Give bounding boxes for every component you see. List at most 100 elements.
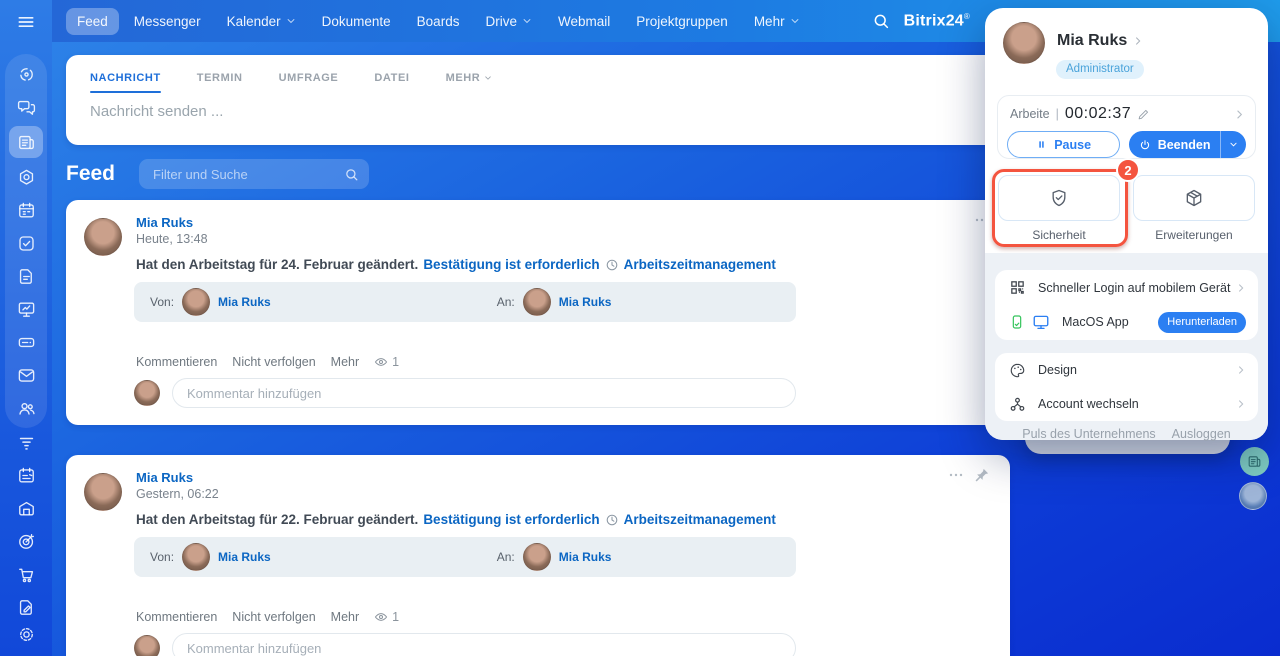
sidebar-item-drive[interactable]	[9, 328, 43, 356]
end-label: Beenden	[1158, 138, 1211, 152]
von-user-link[interactable]: Mia Ruks	[218, 550, 271, 564]
sidebar-item-boards[interactable]	[9, 295, 43, 323]
pause-icon	[1036, 139, 1047, 150]
avatar[interactable]	[182, 288, 210, 316]
profile-name-link[interactable]: Mia Ruks	[1057, 32, 1143, 50]
macos-app-row[interactable]: MacOS App Herunterladen	[995, 305, 1258, 339]
message-input[interactable]	[90, 103, 970, 120]
composer-tabs: NACHRICHT TERMIN UMFRAGE DATEI MEHR	[66, 55, 1010, 93]
quick-login-row[interactable]: Schneller Login auf mobilem Gerät	[995, 270, 1258, 305]
avatar[interactable]	[523, 288, 551, 316]
company-pulse-link[interactable]: Puls des Unternehmens	[1022, 427, 1155, 441]
nav-item-projektgruppen[interactable]: Projektgruppen	[625, 8, 739, 35]
sidebar-item-messenger[interactable]	[9, 93, 43, 121]
bitrix24-logo[interactable]: Bitrix24®	[904, 12, 970, 30]
nav-item-kalender[interactable]: Kalender	[216, 8, 307, 35]
search-icon[interactable]	[872, 12, 890, 30]
worktime-status-row[interactable]: Arbeite | 00:02:37	[998, 96, 1255, 123]
comment-input[interactable]	[172, 378, 796, 408]
feed-post: Mia Ruks Gestern, 06:22 Hat den Arbeitst…	[66, 455, 1010, 656]
chevron-right-icon[interactable]	[1234, 109, 1245, 120]
popup-lower-section: Schneller Login auf mobilem Gerät MacOS …	[985, 253, 1268, 440]
nav-item-dokumente[interactable]: Dokumente	[311, 8, 402, 35]
end-dropdown-toggle[interactable]	[1220, 131, 1246, 158]
security-tile-label: Sicherheit	[998, 228, 1120, 242]
sidebar-item-webmail[interactable]	[9, 361, 43, 389]
nav-label: Dokumente	[322, 14, 391, 29]
comment-input[interactable]	[172, 633, 796, 656]
comment-row	[134, 378, 796, 408]
nav-item-webmail[interactable]: Webmail	[547, 8, 621, 35]
more-action[interactable]: Mehr	[331, 355, 359, 369]
nav-label: Boards	[417, 14, 460, 29]
sidebar-item-copilot[interactable]	[9, 60, 43, 88]
sidebar-item-planner[interactable]	[9, 461, 43, 489]
nav-item-messenger[interactable]: Messenger	[123, 8, 212, 35]
support-avatar-button[interactable]	[1239, 482, 1267, 510]
avatar[interactable]	[182, 543, 210, 571]
post-composer: NACHRICHT TERMIN UMFRAGE DATEI MEHR	[66, 55, 1010, 145]
hamburger-icon[interactable]	[14, 12, 38, 32]
feed-filter[interactable]	[139, 159, 369, 189]
post-author-link[interactable]: Mia Ruks	[136, 215, 193, 230]
sidebar-item-sales[interactable]	[9, 428, 43, 456]
nav-item-mehr[interactable]: Mehr	[743, 8, 811, 35]
tab-datei[interactable]: DATEI	[374, 72, 409, 93]
eye-icon	[374, 355, 388, 369]
extensions-tile[interactable]	[1133, 175, 1255, 221]
sidebar-item-settings[interactable]	[9, 620, 43, 648]
security-tile[interactable]	[998, 175, 1120, 221]
worktime-management-link[interactable]: Arbeitszeitmanagement	[624, 512, 776, 527]
unfollow-action[interactable]: Nicht verfolgen	[232, 610, 315, 624]
an-user-link[interactable]: Mia Ruks	[559, 550, 612, 564]
von-an-strip: Von: Mia Ruks An: Mia Ruks	[134, 282, 796, 322]
sidebar-item-feed[interactable]	[9, 126, 43, 158]
switch-account-row[interactable]: Account wechseln	[995, 387, 1258, 421]
tab-umfrage[interactable]: UMFRAGE	[279, 72, 339, 93]
profile-avatar[interactable]	[1003, 22, 1045, 64]
pause-button[interactable]: Pause	[1007, 131, 1120, 158]
nav-item-feed[interactable]: Feed	[66, 8, 119, 35]
an-user-link[interactable]: Mia Ruks	[559, 295, 612, 309]
filter-search-input[interactable]	[153, 167, 344, 182]
sales-funnel-icon	[17, 433, 36, 452]
tab-nachricht[interactable]: NACHRICHT	[90, 72, 161, 93]
sidebar-item-tasks[interactable]	[9, 229, 43, 257]
post-author-link[interactable]: Mia Ruks	[136, 470, 193, 485]
end-workday-button[interactable]: Beenden	[1129, 131, 1246, 158]
nav-item-boards[interactable]: Boards	[406, 8, 471, 35]
avatar[interactable]	[84, 218, 122, 256]
sidebar-item-warehouse[interactable]	[9, 494, 43, 522]
edit-pencil-icon[interactable]	[1137, 108, 1150, 121]
more-action[interactable]: Mehr	[331, 610, 359, 624]
worktime-management-link[interactable]: Arbeitszeitmanagement	[624, 257, 776, 272]
nav-label: Kalender	[227, 14, 281, 29]
avatar[interactable]	[523, 543, 551, 571]
sidebar-item-crm[interactable]	[9, 163, 43, 191]
comment-action[interactable]: Kommentieren	[136, 355, 217, 369]
tab-termin[interactable]: TERMIN	[197, 72, 243, 93]
sidebar-item-sign[interactable]	[9, 593, 43, 621]
feed-widget-button[interactable]	[1240, 447, 1269, 476]
comment-action[interactable]: Kommentieren	[136, 610, 217, 624]
switch-account-label: Account wechseln	[1038, 397, 1139, 411]
nav-item-drive[interactable]: Drive	[474, 8, 543, 35]
sidebar-item-hr[interactable]	[9, 394, 43, 422]
post-actions: Kommentieren Nicht verfolgen Mehr 1	[136, 610, 399, 624]
download-button[interactable]: Herunterladen	[1158, 312, 1246, 333]
unfollow-action[interactable]: Nicht verfolgen	[232, 355, 315, 369]
tab-mehr[interactable]: MEHR	[446, 72, 493, 93]
pin-icon[interactable]	[974, 467, 990, 483]
sidebar-item-shop[interactable]	[9, 560, 43, 588]
logout-link[interactable]: Ausloggen	[1172, 427, 1231, 441]
design-row[interactable]: Design	[995, 353, 1258, 387]
von-user-link[interactable]: Mia Ruks	[218, 295, 271, 309]
sidebar-item-marketing[interactable]	[9, 527, 43, 555]
confirmation-required-link[interactable]: Bestätigung ist erforderlich	[423, 512, 599, 527]
post-more-menu-icon[interactable]	[948, 467, 964, 483]
views-count: 1	[392, 355, 399, 369]
confirmation-required-link[interactable]: Bestätigung ist erforderlich	[423, 257, 599, 272]
sidebar-item-calendar[interactable]	[9, 196, 43, 224]
avatar[interactable]	[84, 473, 122, 511]
sidebar-item-documents[interactable]	[9, 262, 43, 290]
